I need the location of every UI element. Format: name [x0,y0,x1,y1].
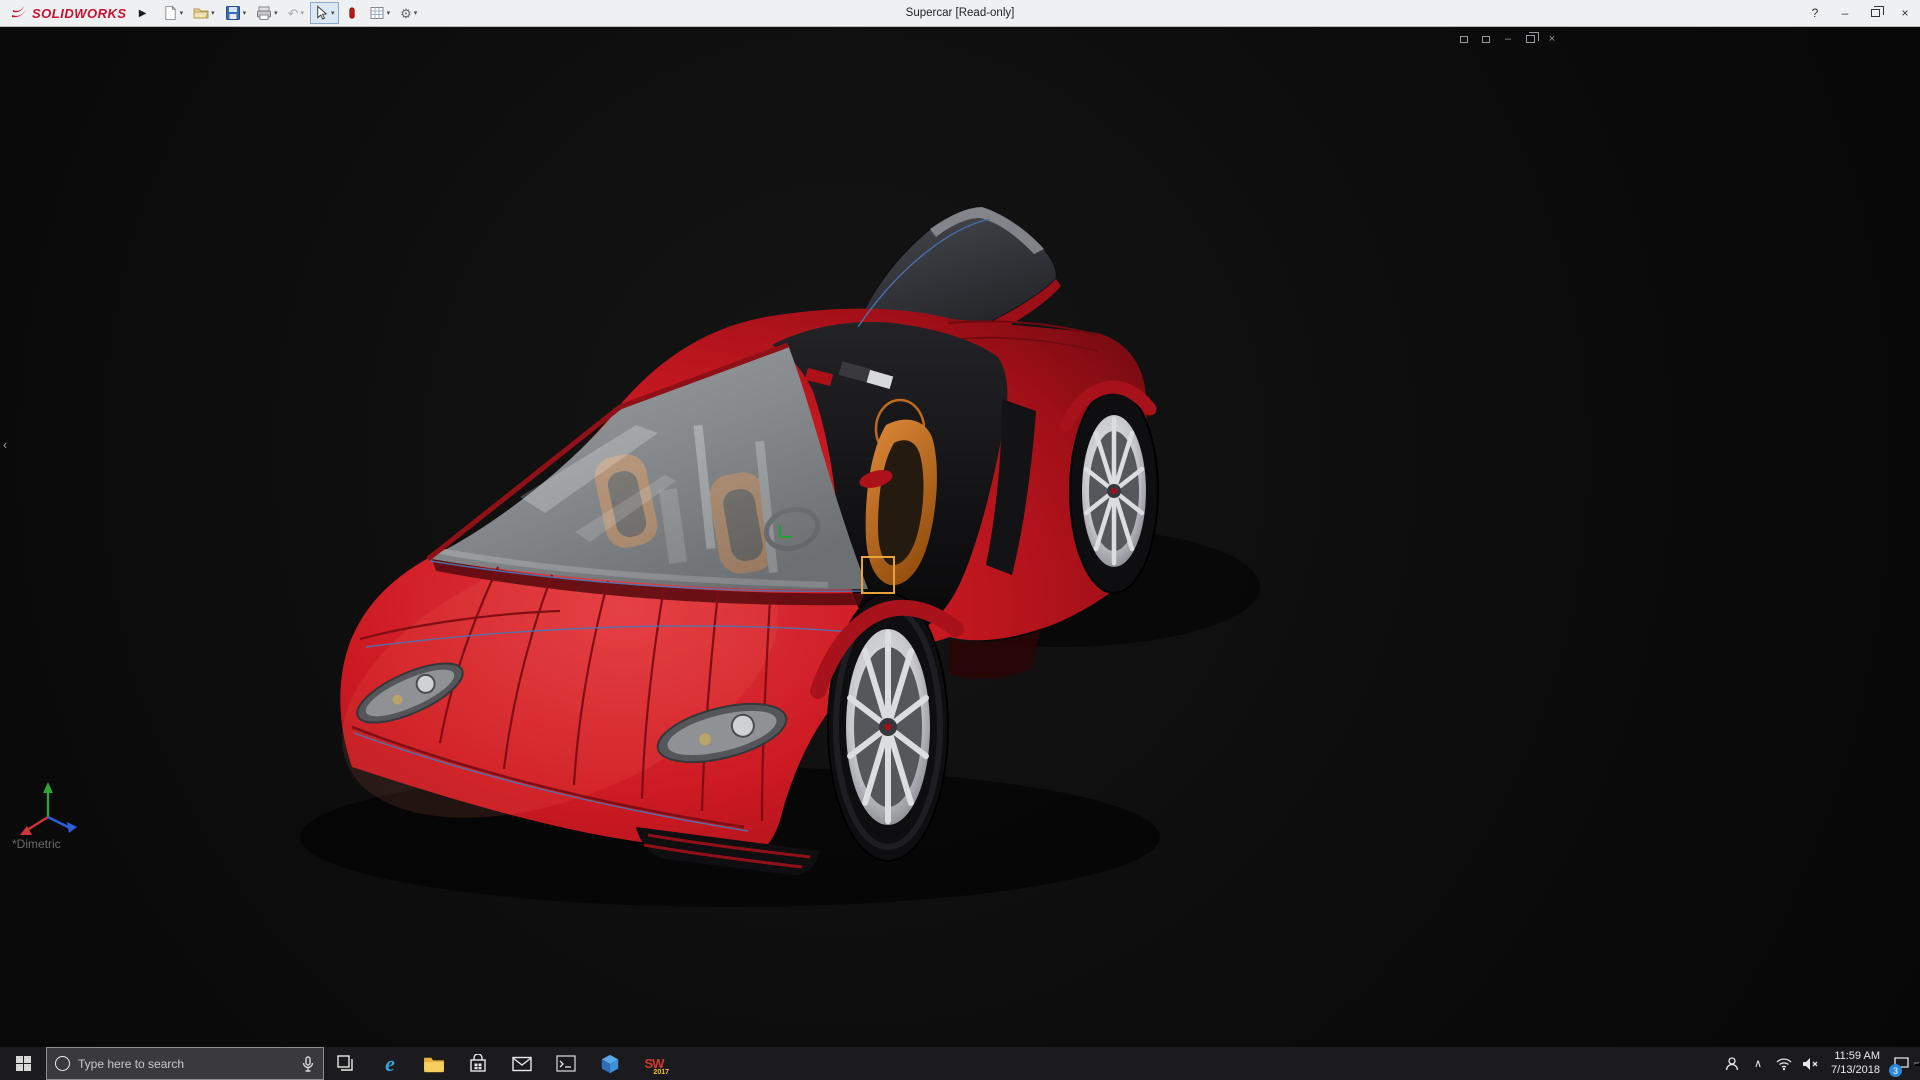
macro-record-button[interactable] [341,2,363,24]
open-folder-icon [193,5,209,21]
taskbar-search[interactable] [46,1047,324,1080]
console-icon [556,1055,576,1072]
sheet-icon [369,5,385,21]
restore-icon [1526,35,1535,43]
edge-icon: e [385,1051,395,1077]
titlebar: SOLIDWORKS ▶ ▾ ▾ ▾ ▾ ↶ ▾ ▾ [0,0,1920,27]
help-button[interactable]: ? [1800,0,1830,26]
taskbar-app-edrawings[interactable] [588,1047,632,1080]
people-tray-button[interactable] [1719,1047,1745,1080]
close-icon: × [1549,33,1555,45]
taskbar-app-solidworks-2017[interactable]: SW 2017 [632,1047,676,1080]
cube-3d-icon [599,1053,621,1075]
minimize-button[interactable]: – [1830,0,1860,26]
undo-icon: ↶ [288,7,299,20]
quick-toolbar: ▾ ▾ ▾ ▾ ↶ ▾ ▾ ▾ ⚙ ▾ [159,2,422,24]
taskbar: e SW 20 [0,1047,1920,1080]
task-view-icon [336,1054,356,1074]
save-button[interactable]: ▾ [221,2,251,24]
system-tray: ∧ 11:59 AM 7/13/2018 3 [1719,1047,1920,1080]
dropdown-caret-icon: ▾ [211,10,215,17]
sw-year-text: 2017 [653,1069,669,1076]
close-icon: × [1901,6,1908,20]
restore-icon [1871,9,1880,17]
show-desktop-button[interactable] [1914,1062,1920,1066]
flyout-icon: ▶ [139,8,147,19]
solidworks-app-icon: SW 2017 [641,1052,667,1076]
solidworks-logo: SOLIDWORKS [0,5,135,21]
new-document-icon [163,5,178,21]
help-icon: ? [1812,6,1819,20]
menu-flyout-button[interactable]: ▶ [135,3,151,23]
action-center-button[interactable]: 3 [1888,1047,1914,1080]
taskbar-app-console[interactable] [544,1047,588,1080]
window-controls: ? – × [1800,0,1920,26]
taskbar-clock[interactable]: 11:59 AM 7/13/2018 [1823,1050,1888,1078]
minimize-icon: – [1842,6,1849,20]
doc-restore-button[interactable] [1521,31,1539,47]
graphics-viewport[interactable]: – × ‹ *Dimetric [0,27,1920,1047]
options-button[interactable]: ⚙ ▾ [396,2,421,24]
print-icon [256,5,272,21]
dropdown-caret-icon: ▾ [301,10,305,17]
taskbar-app-store[interactable] [456,1047,500,1080]
document-title: Supercar [Read-only] [906,7,1015,19]
volume-tray-button[interactable] [1797,1047,1823,1080]
mail-icon [512,1056,532,1072]
solidworks-logo-text: SOLIDWORKS [32,6,127,21]
open-button[interactable]: ▾ [189,2,219,24]
dropdown-caret-icon: ▾ [243,10,247,17]
supercar-3d-model[interactable] [0,27,1920,1047]
dropdown-caret-icon: ▾ [180,10,184,17]
chevron-up-icon: ∧ [1754,1057,1762,1070]
select-tool-button[interactable]: ▾ [310,2,339,24]
undo-button[interactable]: ↶ ▾ [284,2,308,24]
select-cursor-icon [314,5,329,21]
ds-logo-icon [10,5,28,21]
print-button[interactable]: ▾ [252,2,282,24]
dropdown-caret-icon: ▾ [414,10,418,17]
dropdown-caret-icon: ▾ [274,10,278,17]
taskbar-app-mail[interactable] [500,1047,544,1080]
rear-wheel [1070,389,1158,593]
search-input[interactable] [78,1057,293,1071]
document-window-controls: – × [1455,31,1561,47]
dropdown-caret-icon: ▾ [331,10,335,17]
record-icon [345,5,359,21]
close-button[interactable]: × [1890,0,1920,26]
doc-maximize-button[interactable] [1455,31,1473,47]
clock-time: 11:59 AM [1834,1050,1880,1064]
task-view-button[interactable] [324,1047,368,1080]
file-explorer-icon [423,1055,445,1073]
notification-badge: 3 [1889,1064,1902,1077]
minimize-icon: – [1505,33,1511,45]
store-icon [468,1054,488,1074]
taskbar-app-file-explorer[interactable] [412,1047,456,1080]
taskbar-app-edge[interactable]: e [368,1047,412,1080]
cortana-icon [55,1056,70,1071]
microphone-icon[interactable] [301,1056,315,1072]
collapse-arrow-icon: ‹ [3,437,7,452]
tray-overflow-button[interactable]: ∧ [1745,1047,1771,1080]
save-icon [225,5,241,21]
windows-logo-icon [16,1056,31,1071]
maximize-icon [1460,36,1468,43]
feature-panel-collapse-tab[interactable]: ‹ [0,427,10,461]
speaker-icon [1802,1057,1819,1071]
people-icon [1724,1056,1740,1072]
view-orientation-label: *Dimetric [12,837,61,851]
clock-date: 7/13/2018 [1831,1064,1880,1078]
doc-float-button[interactable] [1477,31,1495,47]
network-tray-button[interactable] [1771,1047,1797,1080]
gear-icon: ⚙ [400,7,412,20]
start-button[interactable] [0,1047,46,1080]
dropdown-caret-icon: ▾ [387,10,391,17]
window-icon [1482,36,1490,43]
doc-close-button[interactable]: × [1543,31,1561,47]
wifi-icon [1776,1057,1792,1071]
doc-minimize-button[interactable]: – [1499,31,1517,47]
new-document-button[interactable]: ▾ [159,2,188,24]
sheet-properties-button[interactable]: ▾ [365,2,395,24]
restore-button[interactable] [1860,0,1890,26]
